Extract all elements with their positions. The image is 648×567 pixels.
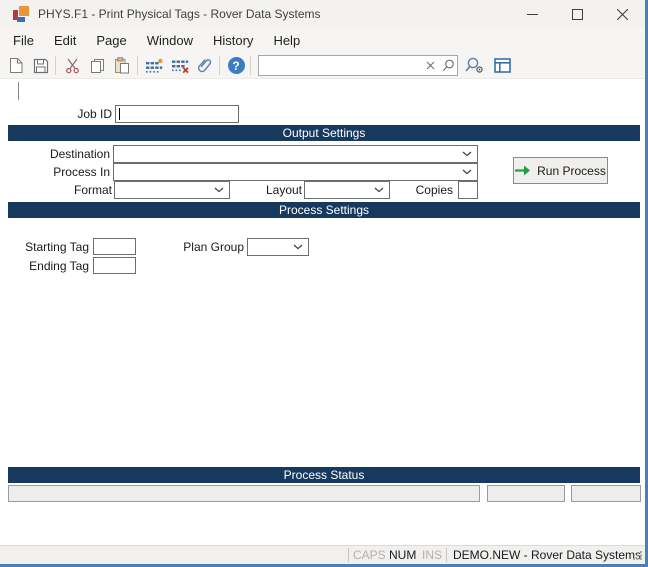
maximize-button[interactable] [555, 0, 600, 28]
process-settings-header: Process Settings [8, 202, 640, 218]
record-lookup-button[interactable] [462, 54, 486, 77]
grid-delete-row-button[interactable] [168, 54, 192, 77]
process-in-select[interactable] [113, 163, 478, 181]
maximize-icon [572, 9, 583, 20]
copies-input[interactable] [458, 181, 478, 199]
layout-label: Layout [240, 183, 302, 198]
chevron-down-icon [214, 187, 224, 193]
copy-icon [90, 58, 105, 74]
process-in-label: Process In [0, 165, 110, 180]
text-cursor [18, 82, 19, 100]
process-status-header: Process Status [8, 467, 640, 483]
toolbar: ? [0, 52, 645, 79]
new-document-icon [9, 57, 24, 74]
window-layout-icon [494, 58, 511, 73]
cut-button[interactable] [60, 54, 84, 77]
process-status-field-2 [487, 485, 565, 502]
record-lookup-icon [465, 57, 484, 74]
toolbar-search [258, 55, 458, 76]
grid-add-row-button[interactable] [142, 54, 166, 77]
save-icon [33, 58, 49, 74]
copy-button[interactable] [85, 54, 109, 77]
app-logo-icon [13, 6, 29, 22]
window-layout-button[interactable] [490, 54, 514, 77]
job-id-label: Job ID [0, 107, 112, 122]
minimize-icon [527, 9, 538, 20]
grid-delete-row-icon [171, 58, 189, 74]
resize-grip[interactable] [633, 550, 643, 560]
starting-tag-label: Starting Tag [0, 240, 89, 255]
paste-icon [114, 57, 130, 74]
insert-indicator: INS [422, 548, 442, 563]
paperclip-icon [197, 57, 213, 74]
chevron-down-icon [462, 169, 472, 175]
minimize-button[interactable] [510, 0, 555, 28]
status-bar: CAPS NUM INS DEMO.NEW - Rover Data Syste… [0, 545, 645, 564]
destination-select[interactable] [113, 145, 478, 163]
run-process-button[interactable]: Run Process [513, 157, 608, 184]
window-title: PHYS.F1 - Print Physical Tags - Rover Da… [38, 7, 321, 21]
help-icon: ? [228, 57, 245, 74]
copies-label: Copies [400, 183, 453, 198]
attachment-button[interactable] [193, 54, 217, 77]
search-clear-button[interactable] [422, 56, 440, 75]
title-bar: PHYS.F1 - Print Physical Tags - Rover Da… [0, 0, 645, 28]
paste-button[interactable] [110, 54, 134, 77]
starting-tag-input[interactable] [93, 238, 136, 255]
layout-select[interactable] [304, 181, 390, 199]
num-lock-indicator: NUM [389, 548, 416, 563]
plan-group-select[interactable] [247, 238, 309, 256]
session-info: DEMO.NEW - Rover Data Systems [453, 548, 641, 563]
save-button[interactable] [29, 54, 53, 77]
menu-bar: File Edit Page Window History Help [0, 28, 645, 52]
form-area: Job ID Output Settings Destination Proce… [0, 79, 645, 545]
job-id-input[interactable] [115, 105, 239, 123]
search-input[interactable] [259, 56, 422, 75]
close-icon [617, 9, 628, 20]
grid-add-row-icon [145, 58, 163, 74]
menu-page[interactable]: Page [86, 30, 136, 51]
app-window: PHYS.F1 - Print Physical Tags - Rover Da… [0, 0, 648, 567]
ending-tag-label: Ending Tag [0, 259, 89, 274]
destination-label: Destination [0, 147, 110, 162]
ending-tag-input[interactable] [93, 257, 136, 274]
menu-window[interactable]: Window [137, 30, 203, 51]
chevron-down-icon [293, 244, 303, 250]
process-status-field-main [8, 485, 480, 502]
search-icon [442, 59, 455, 72]
run-process-label: Run Process [537, 164, 606, 178]
new-document-button[interactable] [4, 54, 28, 77]
format-select[interactable] [114, 181, 230, 199]
clear-x-icon [426, 61, 435, 70]
chevron-down-icon [462, 151, 472, 157]
close-button[interactable] [600, 0, 645, 28]
chevron-down-icon [374, 187, 384, 193]
run-arrow-icon [515, 165, 530, 176]
format-label: Format [0, 183, 112, 198]
process-status-field-3 [571, 485, 641, 502]
output-settings-header: Output Settings [8, 125, 640, 141]
menu-help[interactable]: Help [263, 30, 310, 51]
search-go-button[interactable] [440, 56, 458, 75]
job-id-caret [119, 108, 120, 120]
help-button[interactable]: ? [224, 54, 248, 77]
menu-edit[interactable]: Edit [44, 30, 86, 51]
caps-lock-indicator: CAPS [353, 548, 386, 563]
menu-history[interactable]: History [203, 30, 263, 51]
plan-group-label: Plan Group [160, 240, 244, 255]
cut-icon [65, 58, 80, 74]
menu-file[interactable]: File [3, 30, 44, 51]
